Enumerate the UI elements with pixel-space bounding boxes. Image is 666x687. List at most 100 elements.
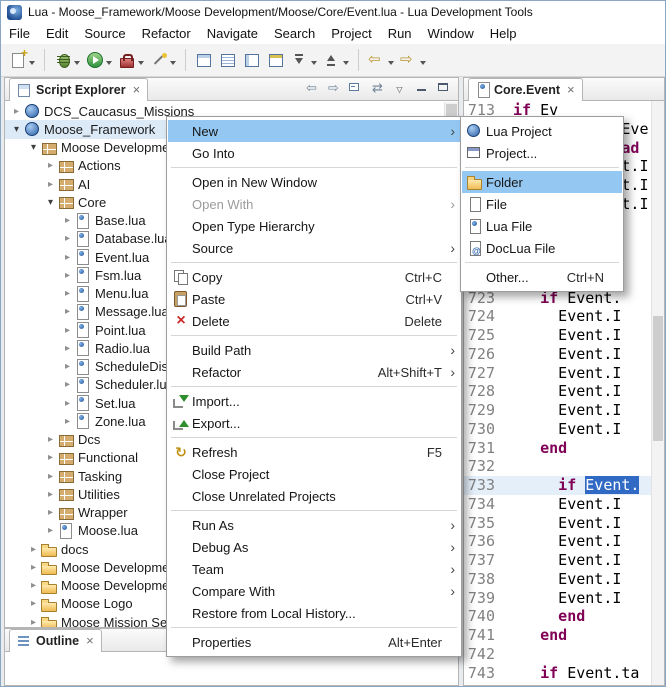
- link-editor-button[interactable]: [370, 80, 385, 95]
- collapsed-arrow-icon[interactable]: ▸: [60, 306, 75, 317]
- context-menu-item-refresh[interactable]: ↻RefreshF5: [168, 441, 460, 463]
- collapsed-arrow-icon[interactable]: ▸: [60, 252, 75, 263]
- collapsed-arrow-icon[interactable]: ▸: [60, 416, 75, 427]
- run-button[interactable]: [84, 45, 114, 75]
- tab-outline[interactable]: Outline: [9, 629, 102, 652]
- tab-core-event[interactable]: Core.Event: [468, 78, 583, 101]
- collapsed-arrow-icon[interactable]: ▸: [60, 270, 75, 281]
- collapsed-arrow-icon[interactable]: ▸: [26, 617, 41, 628]
- editor-scrollbar[interactable]: [651, 101, 664, 685]
- context-menu-item-open-in-new-window[interactable]: Open in New Window: [168, 171, 460, 193]
- context-menu-item-delete[interactable]: ×DeleteDelete: [168, 310, 460, 332]
- context-menu-item-import[interactable]: Import...: [168, 390, 460, 412]
- collapsed-arrow-icon[interactable]: ▸: [43, 452, 58, 463]
- context-menu-item-copy[interactable]: CopyCtrl+C: [168, 266, 460, 288]
- app-icon[interactable]: [7, 5, 22, 20]
- menubar-item-edit[interactable]: Edit: [38, 24, 76, 43]
- maximize-button[interactable]: [436, 80, 451, 95]
- submenu-item-file[interactable]: File: [462, 193, 622, 215]
- table-view-button[interactable]: [193, 45, 215, 75]
- menubar-item-file[interactable]: File: [1, 24, 38, 43]
- view-menu-button[interactable]: [392, 80, 407, 95]
- menubar-item-refactor[interactable]: Refactor: [134, 24, 199, 43]
- forward-button[interactable]: [326, 80, 341, 95]
- scrollbar-thumb[interactable]: [653, 316, 663, 441]
- context-menu-item-run-as[interactable]: Run As›: [168, 514, 460, 536]
- context-menu-item-refactor[interactable]: RefactorAlt+Shift+T›: [168, 361, 460, 383]
- context-menu-item-paste[interactable]: PasteCtrl+V: [168, 288, 460, 310]
- submenu-item-doclua-file[interactable]: DocLua File: [462, 237, 622, 259]
- collapsed-arrow-icon[interactable]: ▸: [43, 507, 58, 518]
- collapsed-arrow-icon[interactable]: ▸: [60, 398, 75, 409]
- external-tools-button[interactable]: [116, 45, 146, 75]
- menubar-item-search[interactable]: Search: [266, 24, 323, 43]
- back-button[interactable]: [304, 80, 319, 95]
- context-menu-item-build-path[interactable]: Build Path›: [168, 339, 460, 361]
- context-menu-item-properties[interactable]: PropertiesAlt+Enter: [168, 631, 460, 653]
- menubar-item-run[interactable]: Run: [380, 24, 420, 43]
- context-menu-item-team[interactable]: Team›: [168, 558, 460, 580]
- next-annotation-button[interactable]: [289, 45, 319, 75]
- collapsed-arrow-icon[interactable]: ▸: [60, 215, 75, 226]
- context-menu-item-open-with[interactable]: Open With›: [168, 193, 460, 215]
- expanded-arrow-icon[interactable]: ▾: [43, 197, 58, 208]
- collapsed-arrow-icon[interactable]: ▸: [26, 580, 41, 591]
- collapsed-arrow-icon[interactable]: ▸: [43, 471, 58, 482]
- previous-annotation-button[interactable]: [321, 45, 351, 75]
- menubar-item-help[interactable]: Help: [482, 24, 525, 43]
- debug-button[interactable]: [52, 45, 82, 75]
- mark-occurrences-button[interactable]: [265, 45, 287, 75]
- context-menu-item-debug-as[interactable]: Debug As›: [168, 536, 460, 558]
- collapsed-arrow-icon[interactable]: ▸: [60, 343, 75, 354]
- new-wizard-button[interactable]: [7, 45, 37, 75]
- collapsed-arrow-icon[interactable]: ▸: [60, 361, 75, 372]
- tab-script-explorer[interactable]: Script Explorer: [9, 78, 148, 101]
- collapsed-arrow-icon[interactable]: ▸: [43, 525, 58, 536]
- collapsed-arrow-icon[interactable]: ▸: [60, 288, 75, 299]
- minimize-button[interactable]: [414, 80, 429, 95]
- menubar-item-navigate[interactable]: Navigate: [199, 24, 266, 43]
- collapsed-arrow-icon[interactable]: ▸: [26, 544, 41, 555]
- collapsed-arrow-icon[interactable]: ▸: [9, 106, 24, 117]
- menubar-item-project[interactable]: Project: [323, 24, 379, 43]
- context-menu-item-go-into[interactable]: Go Into: [168, 142, 460, 164]
- submenu-item-lua-file[interactable]: Lua File: [462, 215, 622, 237]
- menu-separator: [171, 510, 457, 511]
- context-menu-item-open-type-hierarchy[interactable]: Open Type Hierarchy: [168, 215, 460, 237]
- open-element-button[interactable]: [148, 45, 178, 75]
- menubar-item-source[interactable]: Source: [76, 24, 133, 43]
- submenu-item-folder[interactable]: Folder: [462, 171, 622, 193]
- collapsed-arrow-icon[interactable]: ▸: [43, 179, 58, 190]
- collapsed-arrow-icon[interactable]: ▸: [26, 598, 41, 609]
- collapsed-arrow-icon[interactable]: ▸: [43, 489, 58, 500]
- collapsed-arrow-icon[interactable]: ▸: [26, 562, 41, 573]
- expanded-arrow-icon[interactable]: ▾: [9, 124, 24, 135]
- forward-history-button[interactable]: [398, 45, 428, 75]
- titlebar[interactable]: Lua - Moose_Framework/Moose Development/…: [1, 1, 665, 23]
- collapse-all-button[interactable]: [348, 80, 363, 95]
- collapsed-arrow-icon[interactable]: ▸: [43, 434, 58, 445]
- close-icon[interactable]: [86, 635, 94, 647]
- fields-view-button[interactable]: [241, 45, 263, 75]
- context-menu-item-restore-from-local-history[interactable]: Restore from Local History...: [168, 602, 460, 624]
- menubar-item-window[interactable]: Window: [420, 24, 482, 43]
- submenu-item-project[interactable]: Project...: [462, 142, 622, 164]
- tree-item-label: Core: [78, 195, 106, 210]
- collapsed-arrow-icon[interactable]: ▸: [60, 379, 75, 390]
- submenu-item-other[interactable]: Other...Ctrl+N: [462, 266, 622, 288]
- collapsed-arrow-icon[interactable]: ▸: [43, 160, 58, 171]
- close-icon[interactable]: [567, 84, 575, 96]
- submenu-item-lua-project[interactable]: Lua Project: [462, 120, 622, 142]
- context-menu-item-close-project[interactable]: Close Project: [168, 463, 460, 485]
- collapsed-arrow-icon[interactable]: ▸: [60, 233, 75, 244]
- expanded-arrow-icon[interactable]: ▾: [26, 142, 41, 153]
- context-menu-item-compare-with[interactable]: Compare With›: [168, 580, 460, 602]
- context-menu-item-export[interactable]: Export...: [168, 412, 460, 434]
- grammar-view-button[interactable]: [217, 45, 239, 75]
- collapsed-arrow-icon[interactable]: ▸: [60, 325, 75, 336]
- back-history-button[interactable]: [366, 45, 396, 75]
- close-icon[interactable]: [133, 84, 141, 96]
- context-menu-item-new[interactable]: New›: [168, 120, 460, 142]
- context-menu-item-source[interactable]: Source›: [168, 237, 460, 259]
- context-menu-item-close-unrelated-projects[interactable]: Close Unrelated Projects: [168, 485, 460, 507]
